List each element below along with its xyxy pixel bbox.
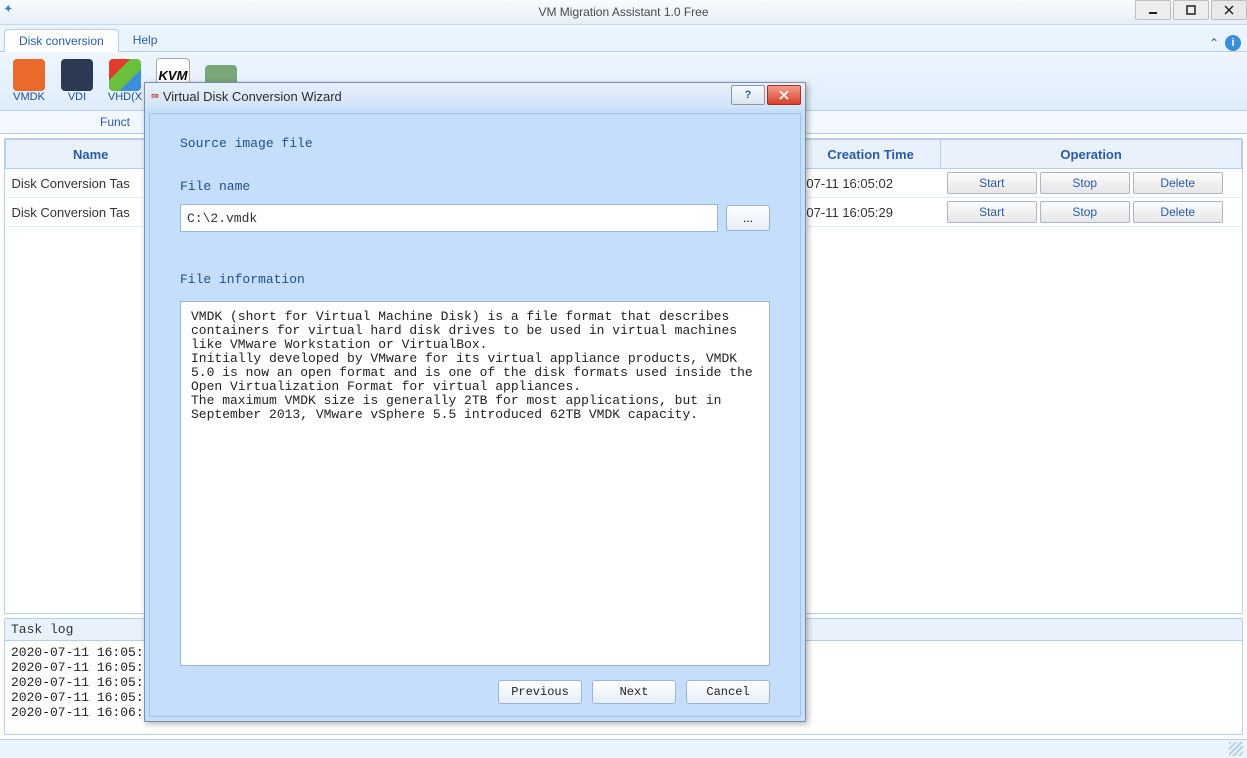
source-image-label: Source image file: [180, 136, 770, 151]
cell-time: 07-11 16:05:02: [800, 169, 940, 198]
tool-vhdx-label: VHD(X: [108, 91, 142, 103]
cell-time: 07-11 16:05:29: [800, 198, 940, 227]
fileinfo-box: VMDK (short for Virtual Machine Disk) is…: [180, 301, 770, 666]
menu-help[interactable]: Help: [123, 29, 168, 51]
browse-button[interactable]: ...: [726, 205, 770, 231]
start-button[interactable]: Start: [947, 201, 1037, 223]
next-button[interactable]: Next: [592, 680, 676, 704]
wizard-titlebar[interactable]: ∞ Virtual Disk Conversion Wizard ?: [145, 83, 805, 109]
app-logo: ✦: [4, 4, 52, 20]
app-title: VM Migration Assistant 1.0 Free: [0, 5, 1247, 19]
info-icon[interactable]: i: [1225, 35, 1241, 51]
app-titlebar: ✦ VM Migration Assistant 1.0 Free: [0, 0, 1247, 25]
tool-vmdk[interactable]: VMDK: [6, 59, 52, 103]
wizard-close-button[interactable]: [767, 85, 801, 105]
fileinfo-label: File information: [180, 272, 770, 287]
tool-vdi[interactable]: VDI: [54, 59, 100, 103]
resize-grip-icon[interactable]: [1229, 742, 1243, 756]
cell-ops: StartStopDelete: [941, 198, 1242, 227]
collapse-ribbon-icon[interactable]: ⌃: [1209, 36, 1219, 50]
wizard-dialog: ∞ Virtual Disk Conversion Wizard ? Sourc…: [144, 82, 806, 722]
filename-label: File name: [180, 179, 770, 194]
cell-ops: StartStopDelete: [941, 169, 1242, 198]
function-label: Funct: [100, 115, 130, 129]
start-button[interactable]: Start: [947, 172, 1037, 194]
close-button[interactable]: [1211, 0, 1247, 20]
tool-vhdx[interactable]: VHD(X: [102, 59, 148, 103]
maximize-button[interactable]: [1173, 0, 1209, 20]
delete-button[interactable]: Delete: [1133, 201, 1223, 223]
previous-button[interactable]: Previous: [498, 680, 582, 704]
wizard-icon: ∞: [151, 90, 159, 102]
cancel-button[interactable]: Cancel: [686, 680, 770, 704]
delete-button[interactable]: Delete: [1133, 172, 1223, 194]
filename-input[interactable]: [180, 204, 718, 232]
menubar: Disk conversion Help ⌃ i: [0, 25, 1247, 52]
col-creation-time[interactable]: Creation Time: [800, 140, 940, 169]
wizard-title: Virtual Disk Conversion Wizard: [163, 89, 342, 104]
tab-disk-conversion[interactable]: Disk conversion: [4, 29, 119, 52]
tool-vdi-label: VDI: [68, 91, 86, 103]
statusbar: [0, 739, 1247, 758]
col-operation[interactable]: Operation: [941, 140, 1242, 169]
tool-vmdk-label: VMDK: [13, 91, 45, 103]
stop-button[interactable]: Stop: [1040, 172, 1130, 194]
wizard-help-button[interactable]: ?: [731, 85, 765, 105]
minimize-button[interactable]: [1135, 0, 1171, 20]
stop-button[interactable]: Stop: [1040, 201, 1130, 223]
